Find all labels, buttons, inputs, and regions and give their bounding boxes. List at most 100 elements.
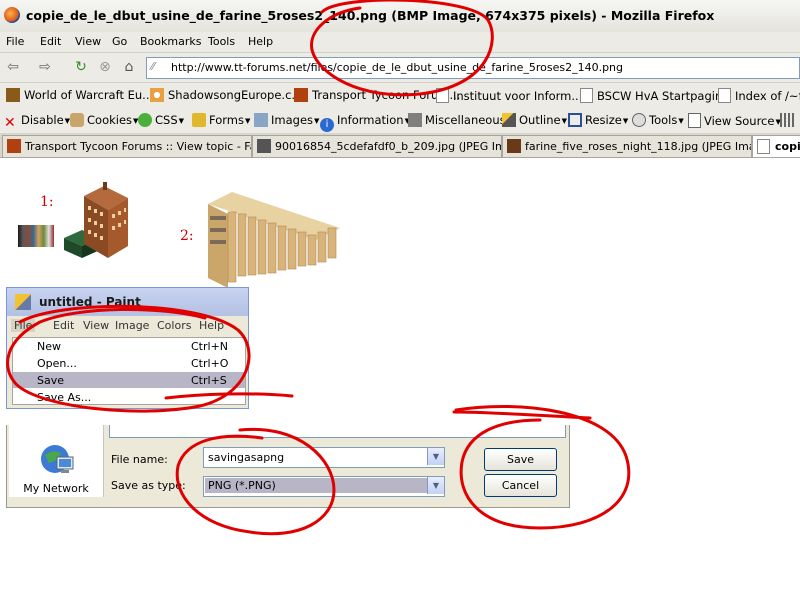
menu-go[interactable]: Go bbox=[112, 35, 127, 48]
info-icon: i bbox=[320, 118, 334, 132]
menu-item-new[interactable]: New Ctrl+N bbox=[13, 338, 245, 354]
devtool-resize[interactable]: Resize▼ bbox=[568, 113, 628, 127]
step-label-2: 2: bbox=[180, 228, 194, 244]
devtool-tools[interactable]: Tools▼ bbox=[632, 113, 684, 127]
paint-menu-image[interactable]: Image bbox=[115, 319, 149, 332]
page-icon bbox=[580, 88, 593, 103]
image-thumbnail-icon bbox=[507, 139, 521, 153]
bookmarks-toolbar: World of Warcraft Eu... ShadowsongEurope… bbox=[0, 83, 800, 109]
devtool-information[interactable]: iInformation▼ bbox=[320, 113, 410, 132]
paint-menu-help[interactable]: Help bbox=[199, 319, 224, 332]
tab-ttforums[interactable]: Transport Tycoon Forums :: View topic - … bbox=[2, 135, 252, 157]
silo-building-image bbox=[208, 192, 340, 288]
resize-icon bbox=[568, 113, 582, 127]
tab-jpeg-image-2[interactable]: farine_five_roses_night_118.jpg (JPEG Im… bbox=[502, 135, 752, 157]
paint-titlebar: untitled - Paint bbox=[7, 288, 248, 316]
my-network-icon[interactable] bbox=[39, 443, 75, 477]
address-bar[interactable]: ⁄⁄ http://www.tt-forums.net/files/copie_… bbox=[146, 57, 800, 79]
wow-icon bbox=[6, 88, 20, 102]
paint-icon bbox=[15, 294, 31, 310]
paint-window: untitled - Paint File Edit View Image Co… bbox=[6, 287, 249, 409]
menu-help[interactable]: Help bbox=[248, 35, 273, 48]
flower-icon bbox=[150, 88, 164, 102]
back-icon[interactable]: ⇦ bbox=[4, 58, 22, 76]
chevron-down-icon[interactable]: ▼ bbox=[427, 448, 444, 465]
save-button[interactable]: Save bbox=[484, 448, 557, 471]
devtool-outline[interactable]: Outline▼ bbox=[502, 113, 567, 127]
menu-file[interactable]: File bbox=[6, 35, 24, 48]
paint-menu-edit[interactable]: Edit bbox=[53, 319, 74, 332]
devtool-forms[interactable]: Forms▼ bbox=[192, 113, 250, 127]
paint-menu-file[interactable]: File bbox=[11, 319, 36, 332]
firefox-icon bbox=[4, 7, 20, 23]
menu-bar: File Edit View Go Bookmarks Tools Help bbox=[0, 32, 800, 53]
tab-jpeg-image-1[interactable]: 90016854_5cdefafdf0_b_209.jpg (JPEG Im..… bbox=[252, 135, 502, 157]
menu-item-save-as[interactable]: Save As... bbox=[13, 389, 245, 405]
clock-icon bbox=[632, 113, 646, 127]
reload-icon[interactable]: ↻ bbox=[72, 58, 90, 76]
page-icon bbox=[688, 113, 701, 128]
folder-icon bbox=[408, 113, 422, 127]
grid-icon bbox=[780, 113, 794, 127]
image-thumbnail-icon bbox=[257, 139, 271, 153]
file-name-input[interactable]: savingasapng ▼ bbox=[203, 447, 445, 468]
bookmark-item[interactable]: ShadowsongEurope.c... bbox=[150, 88, 302, 102]
image-icon bbox=[254, 113, 268, 127]
file-list[interactable] bbox=[109, 425, 566, 438]
devtool-css[interactable]: CSS▼ bbox=[138, 113, 184, 127]
color-palette-image bbox=[18, 225, 54, 247]
navigation-toolbar: ⇦ ⇨ ↻ ⊗ ⌂ ⁄⁄ http://www.tt-forums.net/fi… bbox=[0, 53, 800, 83]
devtool-miscellaneous[interactable]: Miscellaneous▼ bbox=[408, 113, 512, 127]
bookmark-item[interactable]: World of Warcraft Eu... bbox=[6, 88, 153, 102]
save-as-type-label: Save as type: bbox=[111, 479, 186, 492]
devtool-view-source[interactable]: View Source▼ bbox=[688, 113, 781, 128]
home-icon[interactable]: ⌂ bbox=[120, 58, 138, 76]
save-as-type-select[interactable]: PNG (*.PNG) ▼ bbox=[203, 476, 445, 497]
css-icon bbox=[138, 113, 152, 127]
cookie-icon bbox=[70, 113, 84, 127]
my-network-label[interactable]: My Network bbox=[9, 482, 103, 495]
lock-icon bbox=[192, 113, 206, 127]
stop-icon[interactable]: ⊗ bbox=[96, 58, 114, 76]
pencil-icon bbox=[502, 113, 516, 127]
page-icon: ⁄⁄ bbox=[151, 60, 155, 73]
ttforums-icon bbox=[7, 139, 21, 153]
page-icon bbox=[436, 88, 449, 103]
window-title: copie_de_le_dbut_usine_de_farine_5roses2… bbox=[26, 8, 715, 23]
web-developer-toolbar: ✕ Disable▼ Cookies▼ CSS▼ Forms▼ Images▼ i… bbox=[0, 108, 800, 134]
devtool-disable[interactable]: ✕ Disable▼ bbox=[4, 113, 70, 130]
menu-bookmarks[interactable]: Bookmarks bbox=[140, 35, 201, 48]
bookmark-item[interactable]: Index of /~fe bbox=[718, 88, 800, 103]
red-x-icon: ✕ bbox=[4, 115, 16, 131]
paint-menu-bar: File Edit View Image Colors Help bbox=[7, 316, 248, 336]
devtool-cookies[interactable]: Cookies▼ bbox=[70, 113, 138, 127]
devtool-more[interactable] bbox=[780, 113, 797, 127]
paint-menu-view[interactable]: View bbox=[83, 319, 109, 332]
brick-building-image bbox=[84, 182, 128, 258]
save-as-dialog: My Network File name: savingasapng ▼ Sav… bbox=[6, 425, 570, 508]
file-dropdown-menu: New Ctrl+N Open... Ctrl+O Save Ctrl+S Save … bbox=[12, 337, 246, 405]
bookmark-item[interactable]: Instituut voor Inform... bbox=[436, 88, 582, 103]
menu-tools[interactable]: Tools bbox=[208, 35, 235, 48]
paint-title: untitled - Paint bbox=[39, 295, 141, 309]
menu-edit[interactable]: Edit bbox=[40, 35, 61, 48]
places-bar: My Network bbox=[9, 425, 104, 497]
chevron-down-icon[interactable]: ▼ bbox=[427, 477, 444, 494]
url-text: http://www.tt-forums.net/files/copie_de_… bbox=[171, 61, 624, 74]
forward-icon[interactable]: ⇨ bbox=[36, 58, 54, 76]
tab-current[interactable]: copi bbox=[752, 135, 800, 157]
ttforums-icon bbox=[294, 88, 308, 102]
bookmark-item[interactable]: BSCW HvA Startpagina bbox=[580, 88, 729, 103]
page-icon bbox=[757, 139, 770, 154]
tab-strip: Transport Tycoon Forums :: View topic - … bbox=[0, 133, 800, 158]
window-titlebar: copie_de_le_dbut_usine_de_farine_5roses2… bbox=[0, 0, 800, 33]
devtool-images[interactable]: Images▼ bbox=[254, 113, 319, 127]
paint-menu-colors[interactable]: Colors bbox=[157, 319, 191, 332]
menu-item-open[interactable]: Open... Ctrl+O bbox=[13, 355, 245, 371]
menu-item-save[interactable]: Save Ctrl+S bbox=[13, 372, 245, 388]
step-label-1: 1: bbox=[40, 194, 54, 210]
menu-view[interactable]: View bbox=[75, 35, 101, 48]
page-icon bbox=[718, 88, 731, 103]
file-name-label: File name: bbox=[111, 453, 168, 466]
cancel-button[interactable]: Cancel bbox=[484, 474, 557, 497]
